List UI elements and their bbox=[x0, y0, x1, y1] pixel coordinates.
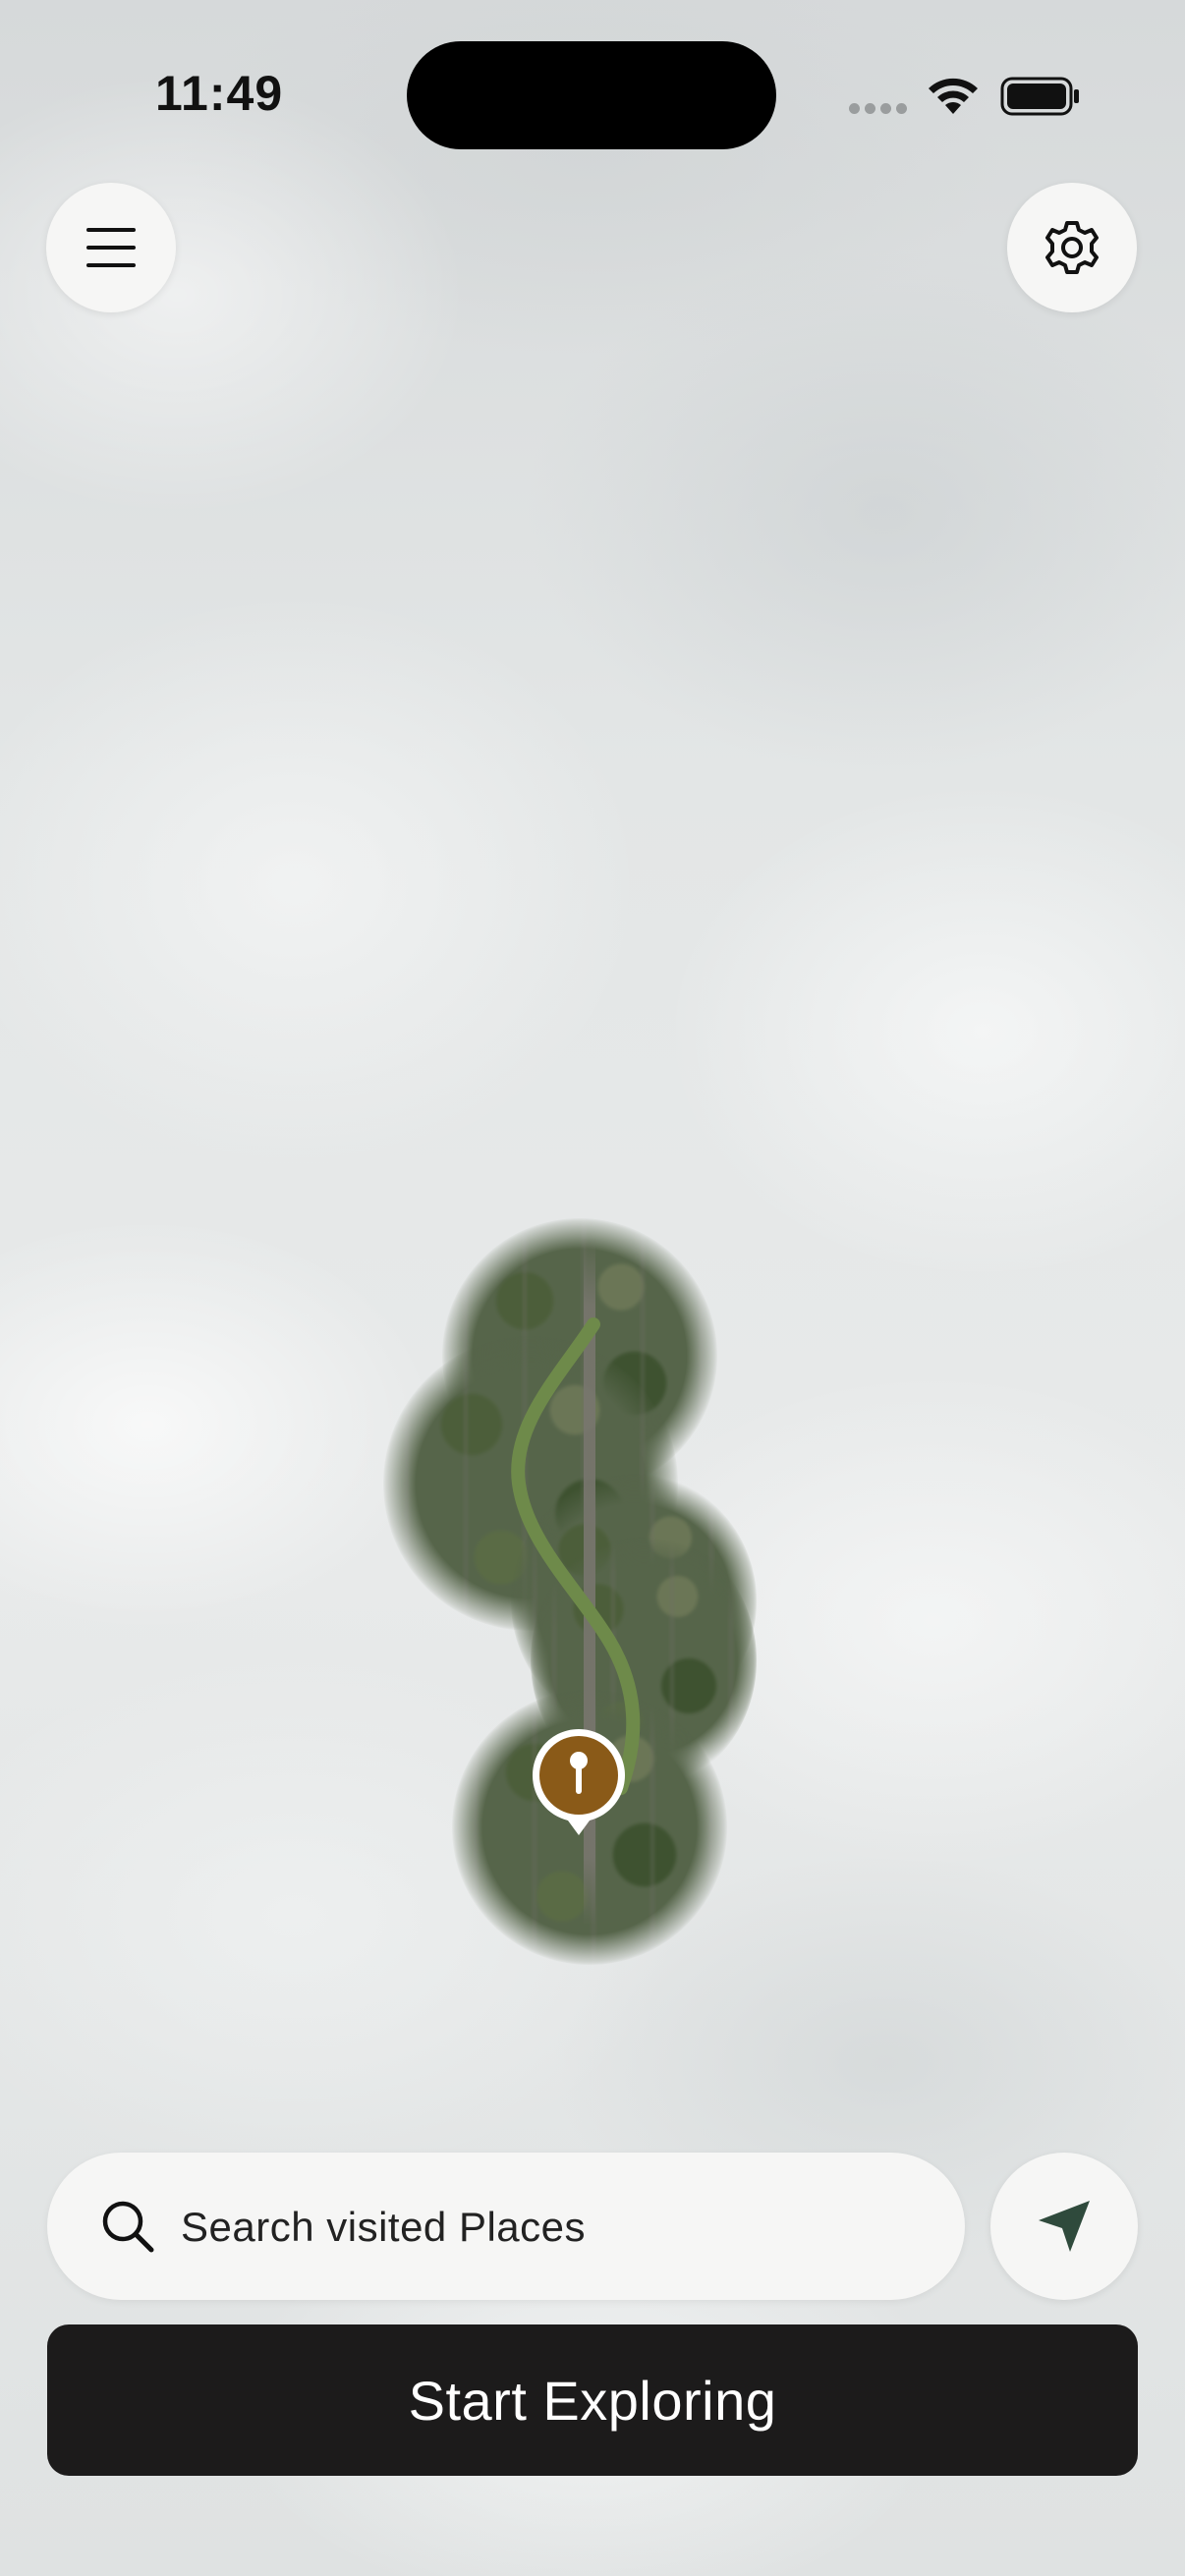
cellular-signal-icon bbox=[849, 103, 908, 115]
navigation-arrow-icon bbox=[1039, 2201, 1090, 2252]
hamburger-menu-icon bbox=[86, 228, 136, 267]
map-screen: 11:49 Search visited Places Start Explor… bbox=[0, 0, 1185, 2576]
dynamic-island bbox=[407, 41, 776, 149]
menu-button[interactable] bbox=[46, 183, 176, 312]
wifi-icon bbox=[929, 78, 978, 114]
locate-me-button[interactable] bbox=[990, 2153, 1138, 2300]
gear-icon bbox=[1045, 221, 1099, 274]
search-icon bbox=[102, 2201, 154, 2253]
search-bar[interactable]: Search visited Places bbox=[47, 2153, 965, 2300]
location-pin-icon[interactable] bbox=[529, 1725, 629, 1845]
settings-button[interactable] bbox=[1007, 183, 1137, 312]
battery-icon bbox=[1000, 77, 1079, 116]
status-time: 11:49 bbox=[155, 66, 284, 121]
search-input[interactable]: Search visited Places bbox=[181, 2204, 586, 2251]
start-exploring-label: Start Exploring bbox=[408, 2369, 777, 2432]
start-exploring-button[interactable]: Start Exploring bbox=[47, 2324, 1138, 2476]
